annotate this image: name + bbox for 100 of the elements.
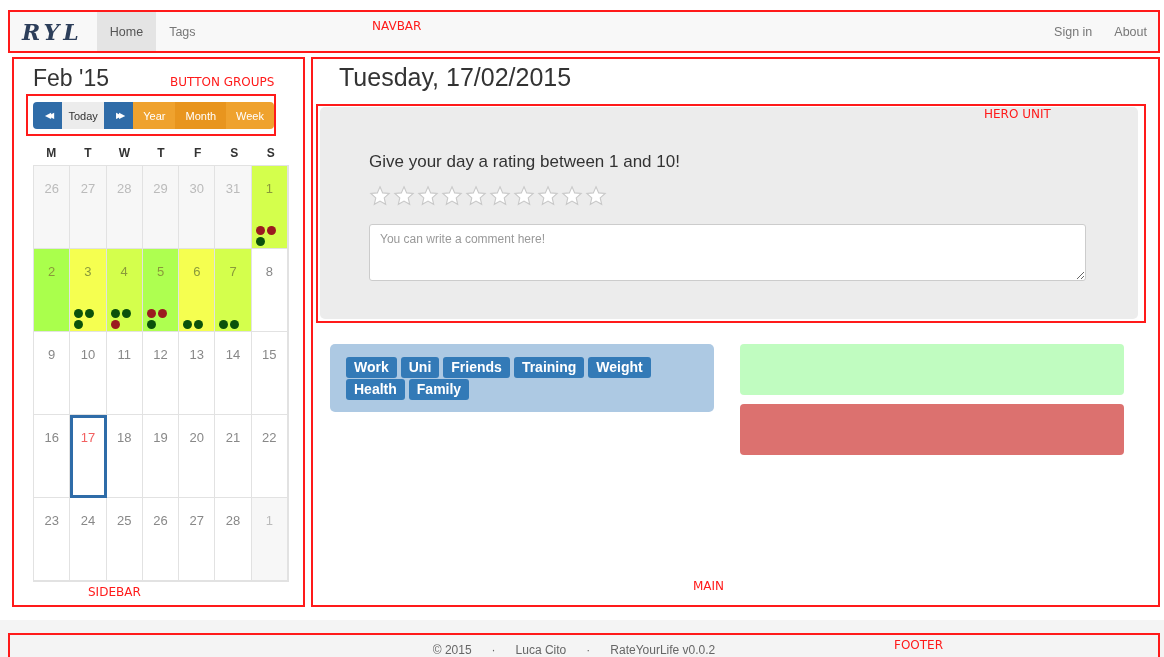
tag-label[interactable]: Friends [443, 357, 510, 378]
star-icon [561, 185, 583, 207]
day-cell[interactable]: 26 [34, 166, 71, 249]
day-number: 12 [153, 347, 168, 362]
star-rating[interactable] [369, 185, 607, 207]
day-cell[interactable]: 31 [215, 166, 252, 249]
nav-arrow-button[interactable]: ▶▶ [103, 102, 134, 129]
day-number: 31 [225, 181, 241, 196]
day-cell[interactable]: 16 [34, 415, 71, 498]
tag-label[interactable]: Weight [588, 357, 651, 378]
tag-label[interactable]: Work [346, 357, 397, 378]
star-icon [465, 185, 487, 207]
day-cell[interactable]: 25 [106, 498, 143, 581]
day-number: 19 [153, 430, 168, 445]
day-number: 11 [117, 347, 131, 362]
day-cell[interactable]: 14 [215, 332, 252, 415]
comment-field[interactable]: You can write a comment here! [369, 224, 1086, 281]
footer-text: © 2015 [432, 643, 472, 657]
day-number: 10 [80, 347, 96, 362]
day-number: 27 [80, 181, 96, 196]
nav-link[interactable]: Home [96, 12, 157, 51]
day-cell[interactable]: 1 [251, 498, 288, 581]
day-cell[interactable]: 3 [70, 249, 107, 332]
tag-label[interactable]: Health [346, 379, 405, 400]
day-cell[interactable]: 8 [251, 249, 288, 332]
day-cell[interactable]: 5 [142, 249, 180, 332]
day-number: 26 [44, 181, 59, 196]
day-cell[interactable]: 12 [142, 332, 180, 415]
footer-text: Luca Cito [515, 643, 567, 657]
day-number: 30 [189, 181, 204, 196]
day-cell[interactable]: 2 [34, 249, 71, 332]
day-cell[interactable]: 6 [179, 249, 216, 332]
day-cell[interactable]: 20 [179, 415, 216, 498]
day-number: 21 [225, 430, 241, 445]
day-cell[interactable]: 11 [106, 332, 143, 415]
star-icon [537, 185, 559, 207]
day-cell[interactable]: 4 [106, 249, 143, 332]
day-cell[interactable]: 10 [70, 332, 107, 415]
annotation-label: NAVBAR [372, 20, 422, 34]
tag-label[interactable]: Family [408, 379, 470, 400]
tag-label[interactable]: Training [513, 357, 585, 378]
day-cell[interactable]: 17 [70, 415, 107, 498]
footer-text: RateYourLife v0.0.2 [610, 643, 716, 657]
day-number: 20 [189, 430, 204, 445]
month-title: Feb '15 [33, 65, 109, 92]
view-button[interactable]: Week [226, 102, 274, 129]
day-number: 13 [189, 347, 204, 362]
day-cell[interactable]: 30 [179, 166, 216, 249]
view-button[interactable]: Year [133, 102, 176, 129]
day-number: 3 [84, 264, 92, 279]
day-number: 5 [156, 264, 165, 279]
day-cell[interactable]: 22 [251, 415, 288, 498]
star-icon [393, 185, 415, 207]
weekday-label: F [192, 146, 203, 160]
day-number: 24 [80, 513, 96, 528]
nav-arrow-button[interactable]: ◀◀ [33, 102, 63, 129]
tag-label[interactable]: Uni [400, 357, 440, 378]
day-number: 8 [265, 264, 273, 279]
day-number: 6 [193, 264, 201, 279]
view-button[interactable]: Month [175, 102, 227, 129]
day-cell[interactable]: 28 [106, 166, 143, 249]
day-cell[interactable]: 15 [251, 332, 288, 415]
day-cell[interactable]: 26 [142, 498, 180, 581]
day-cell[interactable]: 18 [106, 415, 143, 498]
day-cell[interactable]: 1 [251, 166, 288, 249]
today-button[interactable]: Today [62, 102, 104, 129]
nav-link[interactable]: Sign in [1043, 12, 1104, 51]
date-title: Tuesday, 17/02/2015 [339, 63, 573, 92]
nav-link[interactable]: About [1103, 12, 1158, 51]
annotation-label: SIDEBAR [88, 586, 141, 600]
day-number: 1 [265, 181, 273, 196]
day-cell[interactable]: 7 [215, 249, 252, 332]
star-icon [441, 185, 463, 207]
day-cell[interactable]: 19 [142, 415, 180, 498]
day-cell[interactable]: 27 [179, 498, 216, 581]
footer-text: · [586, 643, 591, 657]
weekday-label: S [265, 146, 276, 160]
day-cell[interactable]: 21 [215, 415, 252, 498]
star-icon [489, 185, 511, 207]
day-number: 26 [153, 513, 168, 528]
day-cell[interactable]: 28 [215, 498, 252, 581]
day-cell[interactable]: 29 [142, 166, 180, 249]
day-cell[interactable]: 23 [34, 498, 71, 581]
star-icon [369, 185, 391, 207]
nav-link[interactable]: Tags [156, 12, 209, 51]
weekday-label: W [117, 146, 132, 160]
logo[interactable]: RYL [10, 12, 97, 51]
day-number: 18 [116, 430, 132, 445]
day-number: 28 [116, 181, 132, 196]
day-cell[interactable]: 9 [34, 332, 71, 415]
day-number: 7 [229, 264, 237, 279]
day-number: 23 [44, 513, 59, 528]
annotation-label: FOOTER [894, 639, 944, 653]
day-number: 27 [189, 513, 204, 528]
annotation-label: MAIN [693, 580, 725, 594]
star-icon [417, 185, 439, 207]
day-number: 2 [48, 264, 56, 279]
day-number: 16 [44, 430, 59, 445]
day-cell[interactable]: 24 [70, 498, 107, 581]
day-cell[interactable]: 13 [179, 332, 216, 415]
